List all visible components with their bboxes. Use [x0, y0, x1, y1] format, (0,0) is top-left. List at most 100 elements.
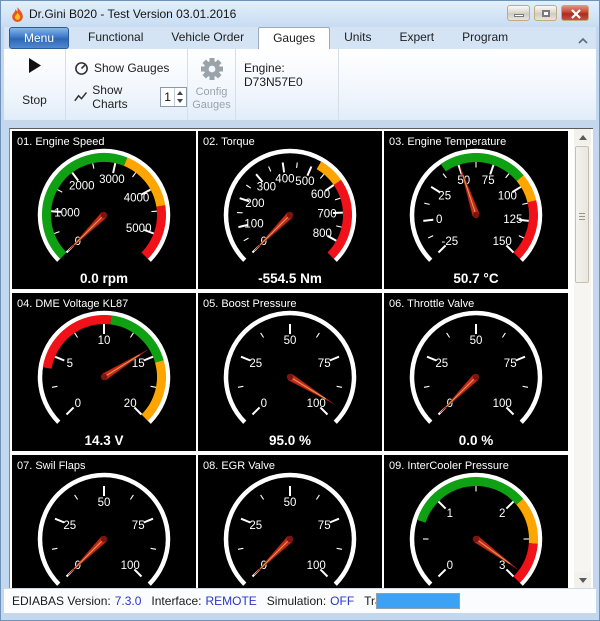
status-value: 7.3.0: [115, 594, 142, 608]
scrollbar-down-button[interactable]: [574, 572, 591, 588]
svg-text:0: 0: [75, 398, 81, 410]
svg-text:75: 75: [504, 358, 517, 370]
svg-text:700: 700: [317, 208, 336, 220]
scrollbar-grip-icon: [579, 213, 585, 220]
gauge-panel-08: 025507510008. EGR Valve: [198, 455, 382, 589]
svg-text:2: 2: [499, 508, 505, 520]
stop-button[interactable]: Stop: [4, 49, 66, 120]
svg-text:1: 1: [447, 508, 453, 520]
svg-text:25: 25: [435, 358, 448, 370]
svg-text:14.3 V: 14.3 V: [84, 433, 123, 448]
engine-label: Engine: D73N57E0: [244, 61, 338, 89]
svg-text:75: 75: [132, 520, 145, 532]
svg-text:95.0 %: 95.0 %: [269, 433, 311, 448]
svg-text:100: 100: [121, 560, 140, 572]
svg-text:20: 20: [124, 398, 137, 410]
svg-text:200: 200: [245, 198, 264, 210]
svg-text:50.7 °C: 50.7 °C: [453, 271, 498, 286]
close-button[interactable]: [561, 5, 589, 21]
status-label: Simulation:: [267, 594, 326, 608]
svg-text:75: 75: [318, 358, 331, 370]
svg-text:75: 75: [482, 175, 495, 187]
tab-program[interactable]: Program: [448, 27, 522, 49]
svg-text:5: 5: [67, 358, 73, 370]
stop-label: Stop: [4, 93, 65, 107]
tab-units[interactable]: Units: [330, 27, 385, 49]
svg-text:4000: 4000: [124, 192, 150, 204]
svg-text:2000: 2000: [69, 180, 95, 192]
progress-fill: [377, 594, 459, 608]
svg-text:-25: -25: [441, 236, 458, 248]
svg-text:07. Swil Flaps: 07. Swil Flaps: [17, 460, 86, 472]
gauge-grid: 01000200030004000500001. Engine Speed0.0…: [9, 128, 593, 588]
charts-count-spinner[interactable]: 1: [160, 87, 187, 107]
line-chart-icon: [74, 90, 87, 104]
window-title: Dr.Gini B020 - Test Version 03.01.2016: [29, 1, 236, 27]
tab-expert[interactable]: Expert: [385, 27, 448, 49]
svg-text:100: 100: [498, 190, 517, 202]
svg-text:5000: 5000: [126, 223, 152, 235]
svg-text:0: 0: [436, 214, 442, 226]
svg-text:08. EGR Valve: 08. EGR Valve: [203, 460, 275, 472]
svg-text:100: 100: [307, 398, 326, 410]
ribbon-group-engine: Engine: D73N57E0: [236, 49, 339, 120]
scrollbar-thumb[interactable]: [575, 146, 589, 283]
svg-text:50: 50: [284, 497, 297, 509]
ribbon-collapse-button[interactable]: [578, 32, 588, 50]
close-icon: [570, 9, 582, 19]
show-charts-label[interactable]: Show Charts: [92, 83, 153, 111]
svg-text:25: 25: [249, 520, 262, 532]
svg-text:04. DME Voltage KL87: 04. DME Voltage KL87: [17, 298, 128, 310]
svg-text:03. Engine Temperature: 03. Engine Temperature: [389, 136, 506, 148]
spinner-down-button[interactable]: [175, 97, 186, 106]
menu-button[interactable]: Menu: [9, 27, 69, 49]
svg-text:3: 3: [499, 560, 505, 572]
tab-gauges[interactable]: Gauges: [258, 27, 330, 49]
ribbon-group-show: Show Gauges Show Charts 1: [66, 49, 188, 120]
vertical-scrollbar[interactable]: [574, 129, 591, 588]
gauge-panel-04: 0510152004. DME Voltage KL8714.3 V: [12, 293, 196, 451]
svg-text:1000: 1000: [54, 207, 80, 219]
svg-text:10: 10: [98, 335, 111, 347]
gauge-panel-01: 01000200030004000500001. Engine Speed0.0…: [12, 131, 196, 289]
tab-vehicle-order[interactable]: Vehicle Order: [157, 27, 258, 49]
svg-text:25: 25: [249, 358, 262, 370]
minimize-button[interactable]: [507, 5, 530, 21]
svg-text:50: 50: [470, 335, 483, 347]
svg-text:01. Engine Speed: 01. Engine Speed: [17, 136, 104, 148]
window-controls: [507, 5, 589, 21]
gauge-icon: [74, 61, 89, 76]
tab-functional[interactable]: Functional: [74, 27, 157, 49]
svg-text:75: 75: [318, 520, 331, 532]
gauge-panel-05: 0 25 50 75 100 05. Boost Pressure 95.0 %: [198, 293, 382, 451]
status-value: OFF: [330, 594, 354, 608]
titlebar: Dr.Gini B020 - Test Version 03.01.2016: [1, 1, 599, 27]
ribbon-tabstrip: Menu FunctionalVehicle OrderGaugesUnitsE…: [4, 27, 596, 49]
svg-text:125: 125: [503, 214, 522, 226]
svg-text:0: 0: [447, 560, 453, 572]
svg-text:150: 150: [493, 236, 512, 248]
config-gauges-label: Config Gauges: [188, 86, 235, 112]
maximize-icon: [542, 10, 550, 17]
progress-bar: [376, 593, 460, 609]
gauge-panel-03: -25025507510012515003. Engine Temperatur…: [384, 131, 568, 289]
svg-text:0.0 rpm: 0.0 rpm: [80, 271, 128, 286]
charts-count-value: 1: [161, 88, 174, 106]
status-label: Interface:: [151, 594, 201, 608]
show-gauges-button[interactable]: Show Gauges: [74, 58, 169, 78]
svg-text:05. Boost Pressure: 05. Boost Pressure: [203, 298, 297, 310]
svg-text:3000: 3000: [99, 174, 125, 186]
spinner-up-button[interactable]: [175, 88, 186, 97]
svg-text:0: 0: [261, 398, 267, 410]
maximize-button[interactable]: [534, 5, 557, 21]
config-gauges-button[interactable]: Config Gauges: [188, 49, 236, 120]
svg-text:100: 100: [244, 219, 263, 231]
gauge-panel-06: 025507510006. Throttle Valve0.0 %: [384, 293, 568, 451]
flame-icon: [10, 6, 25, 23]
app-window: Dr.Gini B020 - Test Version 03.01.2016 M…: [0, 0, 600, 621]
show-gauges-label: Show Gauges: [94, 61, 169, 75]
svg-text:25: 25: [63, 520, 76, 532]
svg-text:50: 50: [284, 335, 297, 347]
ribbon: Stop Show Gauges Show Charts 1: [4, 49, 596, 121]
scrollbar-up-button[interactable]: [574, 129, 591, 145]
